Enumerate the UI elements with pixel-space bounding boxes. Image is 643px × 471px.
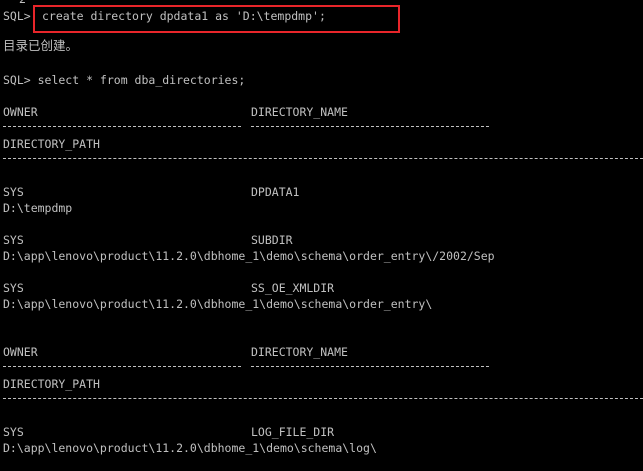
create-directory-command: create directory dpdata1 as 'D:\tempdmp'… — [42, 9, 326, 23]
select-command: SQL> select * from dba_directories; — [3, 73, 246, 87]
separator-directory-name — [251, 366, 489, 367]
separator-directory-path — [3, 158, 643, 159]
row-owner: SYS — [3, 233, 24, 247]
row-directory-path: D:\app\lenovo\product\11.2.0\dbhome_1\de… — [3, 297, 433, 311]
row-owner: SYS — [3, 185, 24, 199]
console-output[interactable]: 2 SQL> create directory dpdata1 as 'D:\t… — [0, 0, 643, 471]
column-header-directory-path: DIRECTORY_PATH — [3, 377, 100, 391]
separator-directory-name — [251, 126, 489, 127]
column-header-owner: OWNER — [3, 345, 38, 359]
column-header-directory-name: DIRECTORY_NAME — [251, 345, 348, 359]
row-directory-path: D:\tempdmp — [3, 201, 73, 215]
column-header-directory-name: DIRECTORY_NAME — [251, 105, 348, 119]
row-directory-name: SUBDIR — [251, 233, 293, 247]
column-header-directory-path: DIRECTORY_PATH — [3, 137, 100, 151]
previous-line-number: 2 — [19, 0, 26, 7]
row-directory-name: DPDATA1 — [251, 185, 300, 199]
row-directory-path: D:\app\lenovo\product\11.2.0\dbhome_1\de… — [3, 441, 377, 455]
row-owner: SYS — [3, 425, 24, 439]
row-directory-name: SS_OE_XMLDIR — [251, 281, 335, 295]
sql-prompt: SQL> — [3, 9, 31, 23]
row-owner: SYS — [3, 281, 24, 295]
command-result-message: 目录已创建。 — [3, 38, 79, 53]
separator-owner — [3, 126, 241, 127]
column-header-owner: OWNER — [3, 105, 38, 119]
row-directory-path: D:\app\lenovo\product\11.2.0\dbhome_1\de… — [3, 249, 495, 263]
separator-owner — [3, 366, 241, 367]
row-directory-name: LOG_FILE_DIR — [251, 425, 335, 439]
separator-directory-path — [3, 398, 643, 399]
